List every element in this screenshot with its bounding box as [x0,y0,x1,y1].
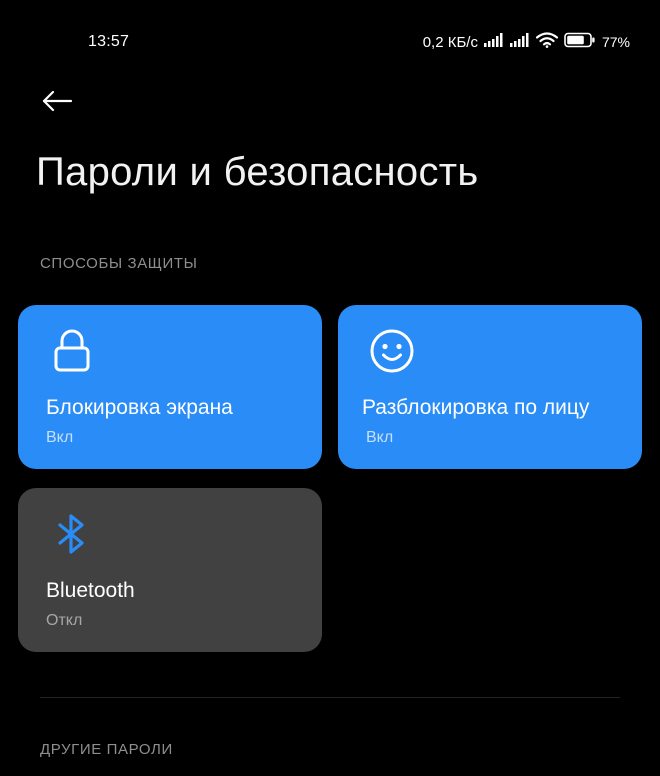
text-fade-overlay [598,393,642,429]
lock-icon [48,327,96,375]
status-bar: 13:57 0,2 КБ/с 77% [0,0,660,84]
section-header-other-passwords: ДРУГИЕ ПАРОЛИ [40,741,173,758]
tile-title: Блокировка экрана [46,396,233,419]
battery-percent: 77% [601,34,630,50]
signal-icon [509,32,530,52]
back-button[interactable] [36,84,78,122]
face-unlock-tile[interactable]: Разблокировка по лицу Вкл [338,305,642,469]
wifi-icon [535,31,559,53]
bluetooth-tile[interactable]: Bluetooth Откл [18,488,322,652]
signal-icon [483,32,504,52]
tile-status: Откл [46,612,83,629]
page-title: Пароли и безопасность [36,150,479,194]
tile-status: Вкл [46,429,74,446]
screen-lock-tile[interactable]: Блокировка экрана Вкл [18,305,322,469]
section-divider [40,697,620,698]
status-time: 13:57 [88,33,130,50]
smiley-face-icon [368,327,416,375]
section-header-protection: СПОСОБЫ ЗАЩИТЫ [40,255,198,272]
arrow-left-icon [41,89,73,118]
status-indicators: 0,2 КБ/с 77% [423,30,630,54]
battery-icon [564,32,596,53]
tile-title: Разблокировка по лицу [362,396,590,419]
network-speed: 0,2 КБ/с [422,33,478,51]
bluetooth-icon [48,510,96,558]
tile-status: Вкл [366,429,394,446]
tile-title: Bluetooth [46,579,135,602]
